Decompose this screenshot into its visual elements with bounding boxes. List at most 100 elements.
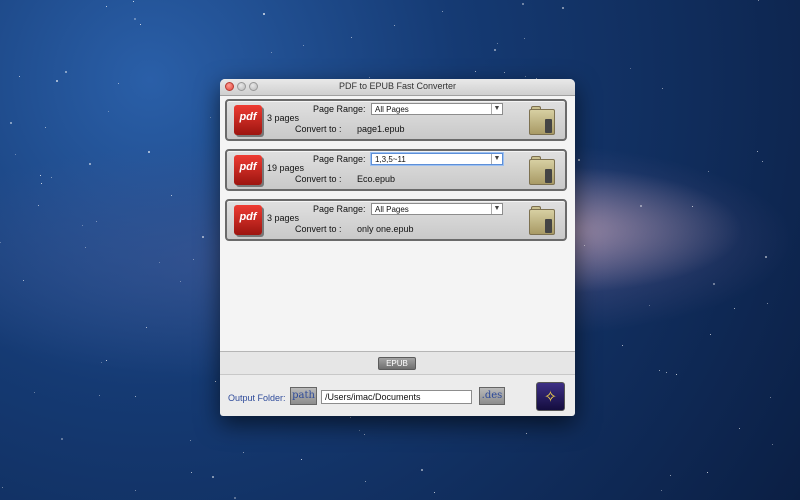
star: [762, 161, 763, 162]
star: [369, 77, 370, 78]
dropdown-arrow-icon: ▼: [491, 104, 502, 114]
convert-to-label: Convert to :: [295, 124, 342, 134]
file-row[interactable]: pdf 19 pages Page Range: 1,3,5~11 ▼ Conv…: [225, 149, 567, 191]
star: [662, 88, 663, 89]
epub-format-button[interactable]: EPUB: [378, 357, 416, 370]
folder-handle-icon: [545, 169, 552, 183]
star: [19, 76, 20, 77]
star: [135, 396, 136, 397]
star: [190, 440, 191, 441]
star: [710, 334, 711, 335]
star: [522, 3, 524, 5]
star: [106, 360, 107, 361]
star: [497, 43, 498, 44]
output-filename[interactable]: only one.epub: [357, 224, 414, 234]
star: [159, 262, 160, 263]
page-range-select[interactable]: All Pages ▼: [371, 103, 503, 115]
star: [38, 205, 39, 206]
star: [210, 117, 211, 118]
star: [359, 430, 360, 431]
open-folder-button[interactable]: [529, 155, 555, 185]
star: [134, 18, 136, 20]
star: [193, 259, 194, 260]
star: [118, 83, 119, 84]
star: [146, 327, 147, 328]
output-filename[interactable]: page1.epub: [357, 124, 405, 134]
star: [61, 438, 63, 440]
pdf-icon-text: pdf: [239, 211, 257, 223]
star: [739, 428, 740, 429]
page-range-label: Page Range:: [313, 204, 366, 214]
star: [40, 175, 41, 176]
star: [524, 38, 525, 39]
star: [765, 256, 767, 258]
page-range-select[interactable]: 1,3,5~11 ▼: [371, 153, 503, 165]
page-range-select[interactable]: All Pages ▼: [371, 203, 503, 215]
star: [51, 177, 52, 178]
star: [504, 72, 505, 73]
star: [133, 1, 134, 2]
page-count: 3 pages: [267, 113, 300, 123]
pdf-icon: pdf: [234, 105, 262, 135]
star: [562, 7, 564, 9]
star: [243, 452, 244, 453]
star: [23, 280, 24, 281]
open-folder-button[interactable]: [529, 205, 555, 235]
star: [666, 372, 667, 373]
star: [82, 225, 83, 226]
star: [757, 151, 758, 152]
pdf-icon-text: pdf: [239, 161, 257, 173]
star: [434, 492, 435, 493]
page-count: 3 pages: [267, 213, 300, 223]
star: [772, 444, 773, 445]
star: [640, 205, 642, 207]
star: [526, 433, 527, 434]
star: [622, 345, 623, 346]
star: [2, 487, 3, 488]
star: [475, 71, 476, 72]
star: [0, 242, 1, 243]
output-path-field[interactable]: /Users/imac/Documents: [321, 390, 472, 404]
path-button[interactable]: path: [290, 387, 317, 405]
star: [135, 490, 136, 491]
file-row[interactable]: pdf 3 pages Page Range: All Pages ▼ Conv…: [225, 99, 567, 141]
star: [191, 472, 192, 473]
star: [106, 6, 107, 7]
star: [15, 154, 16, 155]
title-bar: PDF to EPUB Fast Converter: [220, 79, 575, 96]
star: [659, 370, 660, 371]
pdf-icon: pdf: [234, 205, 262, 235]
convert-to-label: Convert to :: [295, 174, 342, 184]
star: [421, 469, 423, 471]
star: [494, 49, 496, 51]
app-window: PDF to EPUB Fast Converter pdf 3 pages P…: [220, 79, 575, 416]
star: [263, 13, 265, 15]
output-filename[interactable]: Eco.epub: [357, 174, 395, 184]
dropdown-arrow-icon: ▼: [491, 154, 502, 164]
page-range-value: All Pages: [375, 205, 409, 214]
star: [10, 122, 12, 124]
star: [525, 76, 526, 77]
star: [578, 159, 580, 161]
star: [234, 497, 236, 499]
output-folder-label: Output Folder:: [228, 393, 286, 403]
folder-handle-icon: [545, 119, 552, 133]
star: [34, 392, 35, 393]
pdf-icon-text: pdf: [239, 111, 257, 123]
file-row[interactable]: pdf 3 pages Page Range: All Pages ▼ Conv…: [225, 199, 567, 241]
star: [630, 68, 631, 69]
convert-run-button[interactable]: ✧: [536, 382, 565, 411]
star: [212, 476, 214, 478]
star: [171, 195, 172, 196]
star: [108, 111, 109, 112]
pdf-icon: pdf: [234, 155, 262, 185]
des-button[interactable]: .des: [479, 387, 505, 405]
star: [303, 45, 304, 46]
star: [351, 37, 352, 38]
file-list: pdf 3 pages Page Range: All Pages ▼ Conv…: [220, 96, 575, 352]
folder-handle-icon: [545, 219, 552, 233]
open-folder-button[interactable]: [529, 105, 555, 135]
page-range-value: All Pages: [375, 105, 409, 114]
star: [394, 25, 395, 26]
star: [442, 11, 443, 12]
